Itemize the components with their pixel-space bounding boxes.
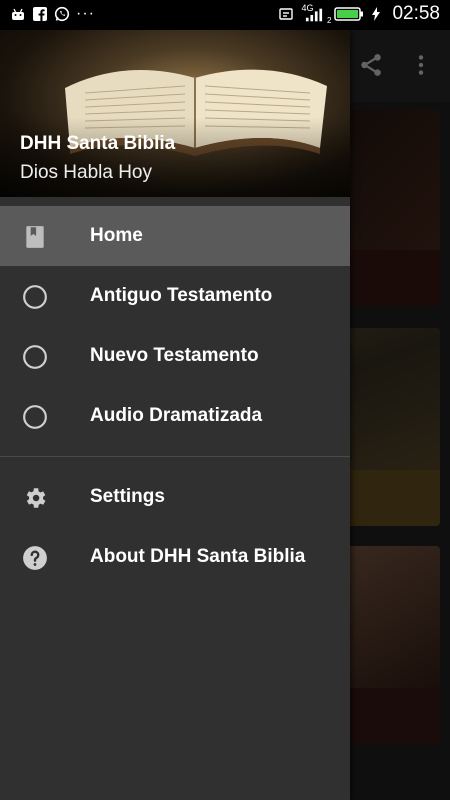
radio-icon [23,285,47,309]
more-icon: ··· [76,5,95,22]
drawer-header: DHH Santa Biblia Dios Habla Hoy [0,30,350,197]
clock: 02:58 [392,3,440,24]
menu-item-settings[interactable]: Settings [0,467,350,527]
menu-item-about[interactable]: About DHH Santa Biblia [0,527,350,587]
gear-icon [26,488,46,508]
menu-item-audio-dramatizada[interactable]: Audio Dramatizada [0,386,350,446]
android-icon [12,8,24,20]
menu-item-antiguo-testamento[interactable]: Antiguo Testamento [0,266,350,326]
menu-item-label: About DHH Santa Biblia [90,546,306,567]
help-icon [23,546,47,570]
menu-item-label: Nuevo Testamento [90,345,259,366]
menu-item-nuevo-testamento[interactable]: Nuevo Testamento [0,326,350,386]
whatsapp-icon [54,6,70,22]
facebook-icon [33,7,47,21]
signal-icon: 4G 2 [301,3,331,25]
radio-icon [23,405,47,429]
notification-icon [279,8,294,20]
menu-item-label: Home [90,225,143,246]
menu-item-home[interactable]: Home [0,206,350,266]
book-icon [26,226,44,248]
charging-icon [372,7,381,21]
menu-item-label: Audio Dramatizada [90,405,263,426]
menu-item-label: Antiguo Testamento [90,285,273,306]
navigation-drawer: DHH Santa Biblia Dios Habla Hoy Home Ant… [0,30,350,800]
drawer-title: DHH Santa Biblia [20,133,176,154]
menu-divider [0,456,350,457]
menu-item-label: Settings [90,486,165,507]
drawer-menu: Home Antiguo Testamento Nuevo Testamento… [0,206,350,587]
drawer-subtitle: Dios Habla Hoy [20,162,152,183]
radio-icon [23,345,47,369]
signal-sub: 2 [327,16,332,25]
battery-icon [334,7,364,21]
status-bar: ··· 4G 2 02:58 [0,0,450,30]
